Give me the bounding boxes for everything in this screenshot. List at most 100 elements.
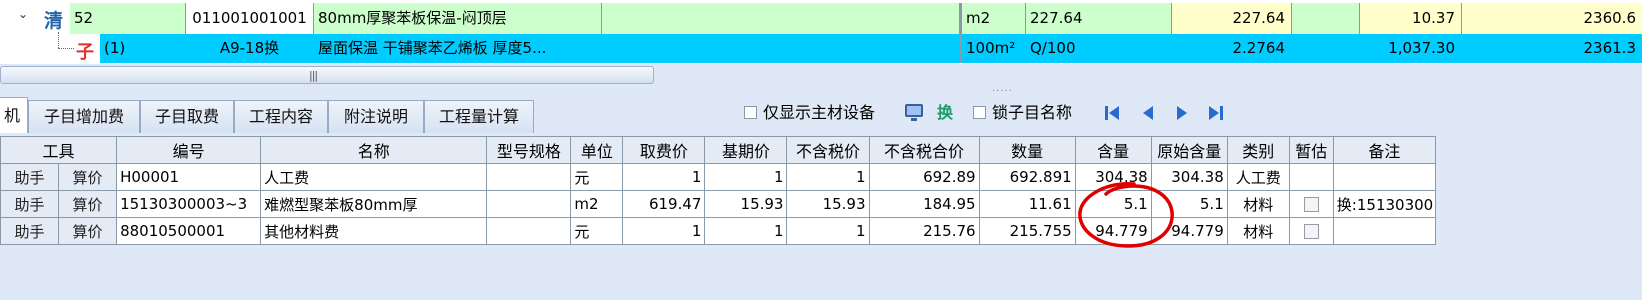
col-header-base-price[interactable]: 基期价 (704, 136, 788, 164)
ex-tax-total-cell[interactable]: 215.76 (868, 217, 980, 245)
estimate-cell[interactable] (1288, 217, 1334, 245)
orig-content-cell[interactable]: 5.1 (1150, 190, 1228, 218)
spec-cell[interactable] (602, 34, 960, 63)
bill-row-zi[interactable]: (1) A9-18换 屋面保温 干铺聚苯乙烯板 厚度5... 100m² Q/1… (0, 34, 1642, 63)
checkbox[interactable] (973, 106, 986, 119)
quantity-cell[interactable]: 227.64 (1026, 3, 1172, 34)
ex-tax-total-cell[interactable]: 692.89 (868, 163, 980, 191)
tab-fee[interactable]: 子目取费 (140, 100, 234, 133)
col-header-remark[interactable]: 备注 (1332, 136, 1437, 164)
unit-cell[interactable]: m2 (960, 3, 1026, 34)
ex-tax-price-cell[interactable]: 1 (786, 163, 870, 191)
first-record-icon[interactable] (1104, 104, 1120, 122)
tab-machine[interactable]: 机 (0, 97, 28, 133)
col-header-code[interactable]: 编号 (116, 136, 262, 164)
orig-content-cell[interactable]: 94.779 (1150, 217, 1228, 245)
collapse-arrow-icon[interactable]: ⌄ (18, 8, 28, 20)
value-cell-a[interactable]: 2.2764 (1172, 34, 1292, 63)
seq-cell[interactable]: (1) (100, 34, 186, 63)
next-record-icon[interactable] (1174, 104, 1190, 122)
ex-tax-price-cell[interactable]: 1 (786, 217, 870, 245)
category-cell[interactable]: 材料 (1226, 217, 1290, 245)
name-cell[interactable]: 屋面保温 干铺聚苯乙烯板 厚度5... (314, 34, 602, 63)
tab-work-content[interactable]: 工程内容 (234, 100, 328, 133)
empty-cell[interactable] (1292, 3, 1360, 34)
name-cell[interactable]: 难燃型聚苯板80mm厚 (260, 190, 488, 218)
tab-extra-fee[interactable]: 子目增加费 (28, 100, 140, 133)
scrollbar-thumb[interactable]: ||| (0, 66, 654, 84)
name-cell[interactable]: 人工费 (260, 163, 488, 191)
code-cell[interactable]: 88010500001 (116, 217, 262, 245)
content-cell[interactable]: 304.38 (1074, 163, 1152, 191)
fee-price-cell[interactable]: 619.47 (622, 190, 706, 218)
name-cell[interactable]: 其他材料费 (260, 217, 488, 245)
prev-record-icon[interactable] (1140, 104, 1156, 122)
col-header-ex-tax-total[interactable]: 不含税合价 (868, 136, 980, 164)
content-cell[interactable]: 5.1 (1074, 190, 1152, 218)
code-cell[interactable]: 011001001001 (186, 3, 314, 34)
unit-cell[interactable]: 元 (570, 217, 624, 245)
unit-cell[interactable]: m2 (570, 190, 624, 218)
table-row[interactable]: 助手 算价 15130300003~3 难燃型聚苯板80mm厚 m2 619.4… (0, 190, 1437, 218)
table-row[interactable]: 助手 算价 88010500001 其他材料费 元 1 1 1 215.76 2… (0, 217, 1437, 245)
col-header-name[interactable]: 名称 (260, 136, 488, 164)
checkbox[interactable] (744, 106, 757, 119)
quantity-cell[interactable]: Q/100 (1026, 34, 1172, 63)
category-cell[interactable]: 人工费 (1226, 163, 1290, 191)
unit-cell[interactable]: 100m² (960, 34, 1026, 63)
col-header-ex-tax-price[interactable]: 不含税价 (786, 136, 870, 164)
monitor-icon[interactable] (903, 101, 925, 125)
spec-cell[interactable] (486, 217, 572, 245)
spec-cell[interactable] (486, 190, 572, 218)
col-header-category[interactable]: 类别 (1226, 136, 1290, 164)
value-cell-b[interactable]: 10.37 (1360, 3, 1462, 34)
qty-cell[interactable]: 215.755 (978, 217, 1076, 245)
col-header-spec[interactable]: 型号规格 (486, 136, 572, 164)
orig-content-cell[interactable]: 304.38 (1150, 163, 1228, 191)
last-record-icon[interactable] (1208, 104, 1224, 122)
col-header-fee-price[interactable]: 取费价 (622, 136, 706, 164)
value-cell-c[interactable]: 2360.6 (1462, 3, 1642, 34)
fee-price-cell[interactable]: 1 (622, 163, 706, 191)
col-header-orig-content[interactable]: 原始含量 (1150, 136, 1228, 164)
seq-cell[interactable]: 52 (70, 3, 186, 34)
value-cell-c[interactable]: 2361.3 (1462, 34, 1642, 63)
content-cell[interactable]: 94.779 (1074, 217, 1152, 245)
spec-cell[interactable] (602, 3, 960, 34)
helper-button[interactable]: 助手 (0, 163, 60, 191)
lock-name-toggle[interactable]: 锁子目名称 (973, 101, 1072, 125)
bill-row-qing[interactable]: 52 011001001001 80mm厚聚苯板保温-闷顶层 m2 227.64… (0, 3, 1642, 34)
code-cell[interactable]: A9-18换 (186, 34, 314, 63)
value-cell-b[interactable]: 1,037.30 (1360, 34, 1462, 63)
base-price-cell[interactable]: 1 (704, 163, 788, 191)
code-cell[interactable]: H00001 (116, 163, 262, 191)
spec-cell[interactable] (486, 163, 572, 191)
col-header-unit[interactable]: 单位 (570, 136, 624, 164)
tab-notes[interactable]: 附注说明 (328, 100, 424, 133)
fee-price-cell[interactable]: 1 (622, 217, 706, 245)
category-cell[interactable]: 材料 (1226, 190, 1290, 218)
estimate-checkbox[interactable] (1303, 197, 1319, 212)
calc-price-button[interactable]: 算价 (58, 190, 118, 218)
tree-node-zi-label[interactable]: 子 (76, 38, 94, 64)
swap-button[interactable]: 换 (937, 101, 953, 125)
helper-button[interactable]: 助手 (0, 217, 60, 245)
ex-tax-total-cell[interactable]: 184.95 (868, 190, 980, 218)
name-cell[interactable]: 80mm厚聚苯板保温-闷顶层 (314, 3, 602, 34)
remark-cell[interactable]: 换:15130300 (1332, 190, 1437, 218)
splitter-grip-icon[interactable]: ····· (992, 86, 1013, 97)
table-row[interactable]: 助手 算价 H00001 人工费 元 1 1 1 692.89 692.891 … (0, 163, 1437, 191)
base-price-cell[interactable]: 15.93 (704, 190, 788, 218)
only-main-material-toggle[interactable]: 仅显示主材设备 (744, 101, 875, 125)
unit-cell[interactable]: 元 (570, 163, 624, 191)
col-header-qty[interactable]: 数量 (978, 136, 1076, 164)
calc-price-button[interactable]: 算价 (58, 163, 118, 191)
calc-price-button[interactable]: 算价 (58, 217, 118, 245)
code-cell[interactable]: 15130300003~3 (116, 190, 262, 218)
col-header-content[interactable]: 含量 (1074, 136, 1152, 164)
estimate-cell[interactable] (1288, 190, 1334, 218)
horizontal-scrollbar[interactable]: ||| (0, 64, 1642, 88)
estimate-checkbox[interactable] (1303, 224, 1319, 239)
col-header-tools[interactable]: 工具 (0, 136, 118, 164)
qty-cell[interactable]: 11.61 (978, 190, 1076, 218)
